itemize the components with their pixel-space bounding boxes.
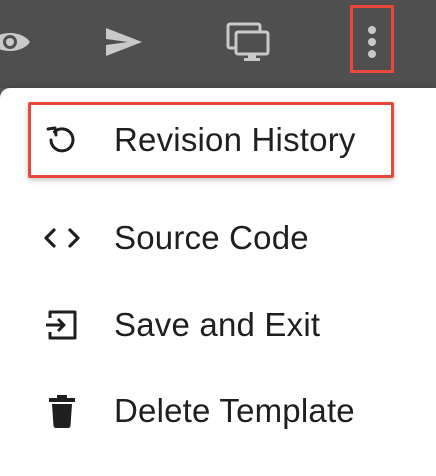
history-icon [40, 118, 84, 162]
menu-item-save-and-exit[interactable]: Save and Exit [0, 282, 436, 368]
monitor-icon [226, 22, 270, 61]
menu-item-label: Revision History [114, 121, 356, 158]
display-button[interactable] [220, 14, 276, 70]
menu-item-label: Source Code [114, 219, 309, 256]
preview-button[interactable] [0, 14, 38, 70]
menu-item-label: Delete Template [114, 392, 355, 429]
menu-item-delete-template[interactable]: Delete Template [0, 368, 436, 454]
trash-icon [40, 389, 84, 433]
menu-item-revision-history[interactable]: Revision History [0, 97, 436, 183]
send-icon [106, 28, 142, 56]
dropdown-menu: Revision History Source Code Save and Ex… [0, 88, 436, 476]
send-button[interactable] [96, 14, 152, 70]
menu-item-label: Save and Exit [114, 306, 321, 343]
menu-item-source-code[interactable]: Source Code [0, 195, 436, 281]
more-options-highlight [350, 5, 394, 73]
eye-icon [0, 33, 30, 51]
code-icon [40, 216, 84, 260]
toolbar [0, 0, 436, 88]
exit-icon [40, 303, 84, 347]
